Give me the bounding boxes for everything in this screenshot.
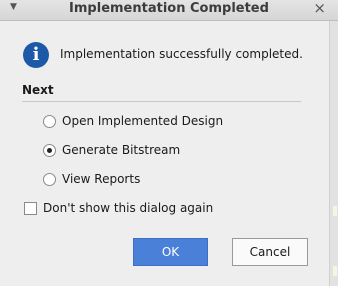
dont-show-label: Don't show this dialog again	[43, 201, 214, 215]
section-divider	[22, 101, 301, 102]
radio-label: Generate Bitstream	[62, 143, 181, 157]
dont-show-checkbox[interactable]	[24, 202, 37, 215]
radio-label: View Reports	[62, 172, 141, 186]
window-title: Implementation Completed	[69, 1, 269, 16]
close-icon[interactable]: ×	[313, 0, 326, 17]
radio-button[interactable]	[43, 115, 56, 128]
radio-button[interactable]	[43, 144, 56, 157]
next-section-label: Next	[22, 83, 54, 97]
title-bar[interactable]: ▼ Implementation Completed ×	[0, 0, 338, 21]
info-icon: i	[23, 42, 49, 68]
radio-label: Open Implemented Design	[62, 114, 224, 128]
ok-button[interactable]: OK	[133, 238, 208, 266]
background-mark	[333, 266, 337, 276]
radio-button[interactable]	[43, 173, 56, 186]
cancel-button[interactable]: Cancel	[232, 238, 308, 266]
background-mark	[333, 206, 337, 216]
status-message: Implementation successfully completed.	[60, 47, 303, 61]
background-window-edge	[329, 21, 338, 286]
